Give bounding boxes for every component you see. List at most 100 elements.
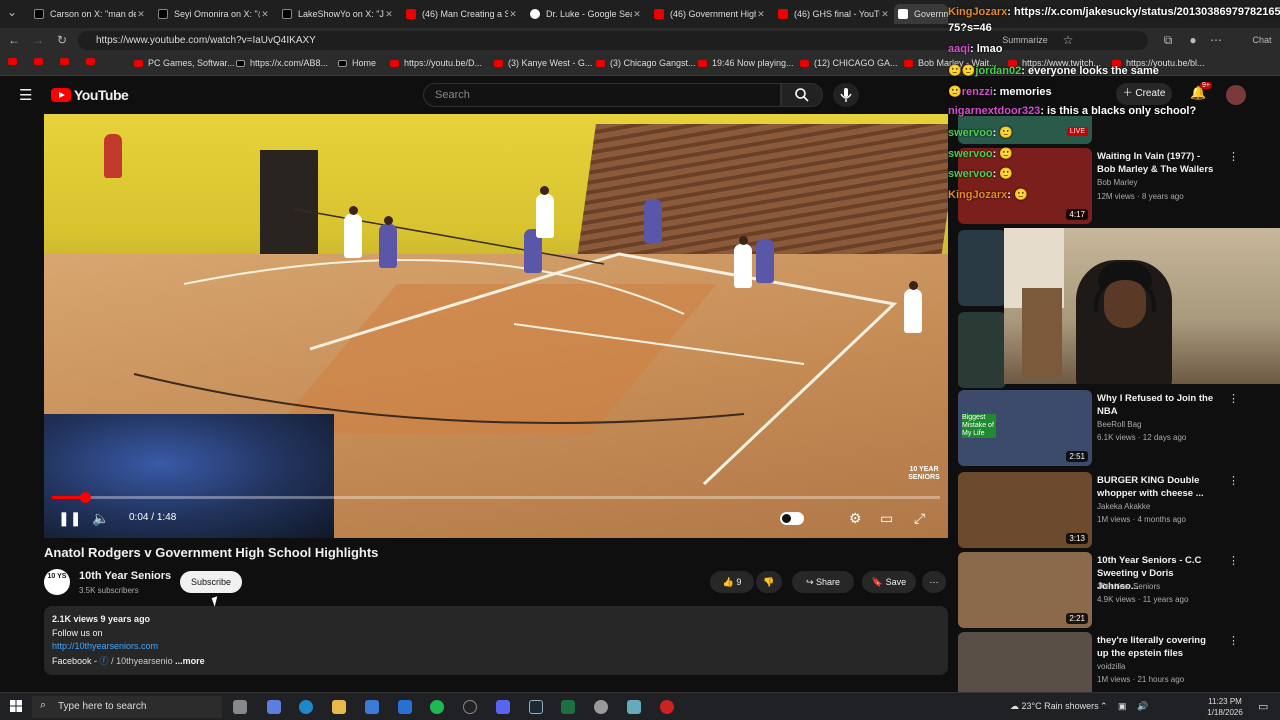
more-options-icon[interactable]: ⋮ [1228,150,1239,163]
app-icon[interactable] [627,700,641,714]
video-title[interactable]: BURGER KING Double whopper with cheese .… [1097,474,1217,500]
notifications-icon[interactable]: ▭ [1258,700,1268,713]
youtube-logo[interactable]: YouTube [51,87,129,103]
channel-name[interactable]: Jakeka Akakke [1097,502,1150,511]
copilot-chat-button[interactable]: Chat [1248,32,1276,48]
edge-icon[interactable] [299,700,313,714]
discord-icon[interactable] [496,700,510,714]
settings-gear-icon[interactable]: ⚙ [849,510,862,527]
browser-tab[interactable]: (46) Man Creating a Sce✕ [402,4,522,24]
video-thumbnail[interactable]: 2:21 [958,552,1092,628]
video-thumbnail[interactable]: Biggest Mistake of My Life 2:51 [958,390,1092,466]
share-button[interactable]: ↪ Share [792,571,854,593]
close-icon[interactable]: ✕ [384,9,394,20]
taskbar-search-input[interactable]: Type here to search [32,696,222,718]
video-thumbnail[interactable]: 4:17 [958,148,1092,224]
close-icon[interactable]: ✕ [632,9,642,20]
favorites-icon[interactable]: ☆ [1060,32,1076,48]
video-title[interactable]: Why I Refused to Join the NBA [1097,392,1217,418]
windows-start-icon[interactable] [10,700,22,712]
search-input[interactable]: Search [423,83,781,107]
channel-name[interactable]: BeeRoll Bag [1097,420,1141,429]
mail-icon[interactable] [398,700,412,714]
description-link[interactable]: http://10thyearseniors.com [52,641,158,651]
spotify-icon[interactable] [430,700,444,714]
more-actions-icon[interactable]: ⋯ [922,571,946,593]
media-icon[interactable] [463,700,477,714]
bookmark-item[interactable] [60,58,74,65]
bookmark-item[interactable]: (3) Chicago Gangst... [596,58,696,68]
app-icon[interactable] [660,700,674,714]
show-more-link[interactable]: ...more [175,656,205,666]
browser-tab-active[interactable]: Governme [894,4,948,24]
more-options-icon[interactable]: ⋮ [1228,392,1239,405]
steam-icon[interactable] [529,700,543,714]
close-icon[interactable]: ✕ [756,9,766,20]
create-button[interactable]: ＋ Create [1116,83,1172,105]
copilot-icon[interactable] [267,700,281,714]
channel-name[interactable]: Bob Marley [1097,178,1137,187]
address-bar[interactable]: https://www.youtube.com/watch?v=IaUvQ4IK… [78,31,1148,50]
bookmark-item[interactable]: (3) Kanye West - G... [494,58,592,68]
bookmark-item[interactable]: https://youtu.be/D... [390,58,482,68]
bookmark-item[interactable]: https://www.twitch... [1008,58,1101,68]
theater-mode-icon[interactable]: ▭ [880,510,893,527]
bookmark-item[interactable]: (12) CHICAGO GA... [800,58,898,68]
channel-name[interactable]: 10th Year Seniors [1097,582,1160,591]
browser-tab[interactable]: (46) GHS final - YouTube✕ [774,4,894,24]
bookmark-item[interactable] [8,58,22,65]
task-view-icon[interactable] [233,700,247,714]
autoplay-toggle[interactable] [780,512,804,525]
save-button[interactable]: 🔖 Save [862,571,916,593]
excel-icon[interactable] [561,700,575,714]
pause-icon[interactable]: ❚❚ [58,510,81,527]
recommendation-item[interactable]: 3:13 BURGER KING Double whopper with che… [958,472,1280,548]
video-title[interactable]: they're literally covering up the epstei… [1097,634,1217,660]
recommendation-item[interactable]: 4:17 Waiting In Vain (1977) - Bob Marley… [958,148,1280,224]
close-icon[interactable]: ✕ [508,9,518,20]
live-thumbnail[interactable]: LIVE [958,116,1092,144]
browser-tab[interactable]: (46) Government High S✕ [650,4,770,24]
browser-tab[interactable]: Dr. Luke - Google Search✕ [526,4,646,24]
volume-icon[interactable]: 🔈 [92,510,109,527]
subscribe-button[interactable]: Subscribe [180,571,242,593]
app-icon[interactable] [594,700,608,714]
more-options-icon[interactable]: ⋮ [1228,634,1239,647]
voice-search-button[interactable] [833,83,859,107]
fullscreen-icon[interactable]: ⤢ [914,510,925,527]
bookmark-item[interactable]: https://youtu.be/bl... [1112,58,1205,68]
video-player[interactable]: 10 YEAR SENIORS ❚❚ 🔈 0:04 / 1:48 ⚙ ▭ ⤢ [44,114,948,538]
close-icon[interactable]: ✕ [880,9,890,20]
recommendation-item[interactable]: Biggest Mistake of My Life 2:51 Why I Ref… [958,390,1280,466]
browser-tab[interactable]: Seyi Omonira on X: "@D✕ [154,4,274,24]
forward-icon[interactable]: → [30,32,46,48]
search-button[interactable] [781,83,823,107]
more-options-icon[interactable]: ⋮ [1228,474,1239,487]
close-icon[interactable]: ✕ [136,9,146,20]
store-icon[interactable] [365,700,379,714]
description-box[interactable]: 2.1K views 9 years ago Follow us on http… [44,606,948,675]
browser-tab[interactable]: LakeShowYo on X: "Ja M✕ [278,4,398,24]
like-button[interactable]: 👍 9 [710,571,754,593]
channel-avatar[interactable]: 10 YS [44,569,70,595]
video-title[interactable]: Waiting In Vain (1977) - Bob Marley & Th… [1097,150,1217,176]
menu-icon[interactable]: ⋯ [1208,32,1224,48]
bookmark-item[interactable] [86,58,100,65]
file-explorer-icon[interactable] [332,700,346,714]
bookmark-item[interactable]: https://x.com/AB8... [236,58,328,68]
bookmark-item[interactable]: PC Games, Softwar... [134,58,235,68]
back-icon[interactable]: ← [6,32,22,48]
profile-avatar[interactable]: ● [1185,32,1201,48]
bookmark-item[interactable]: Bob Marley - Wait... [904,58,997,68]
bookmark-item[interactable]: 19:46 Now playing... [698,58,794,68]
recommendation-item[interactable]: 2:21 10th Year Seniors - C.C Sweeting v … [958,552,1280,628]
extensions-icon[interactable]: ⧉ [1160,32,1176,48]
account-avatar[interactable] [1226,85,1246,105]
browser-tab[interactable]: Carson on X: "man dey ✕ [30,4,150,24]
summarize-button[interactable]: Summarize [1000,32,1050,48]
bookmark-item[interactable]: Home [338,58,376,68]
obscured-thumbnail[interactable] [958,312,1006,388]
weather-widget[interactable]: ☁ 23°C Rain showers [1010,701,1099,712]
obscured-thumbnail[interactable] [958,230,1006,306]
system-tray-icons[interactable]: ⌃ ▣ 🔊 [1100,701,1152,712]
